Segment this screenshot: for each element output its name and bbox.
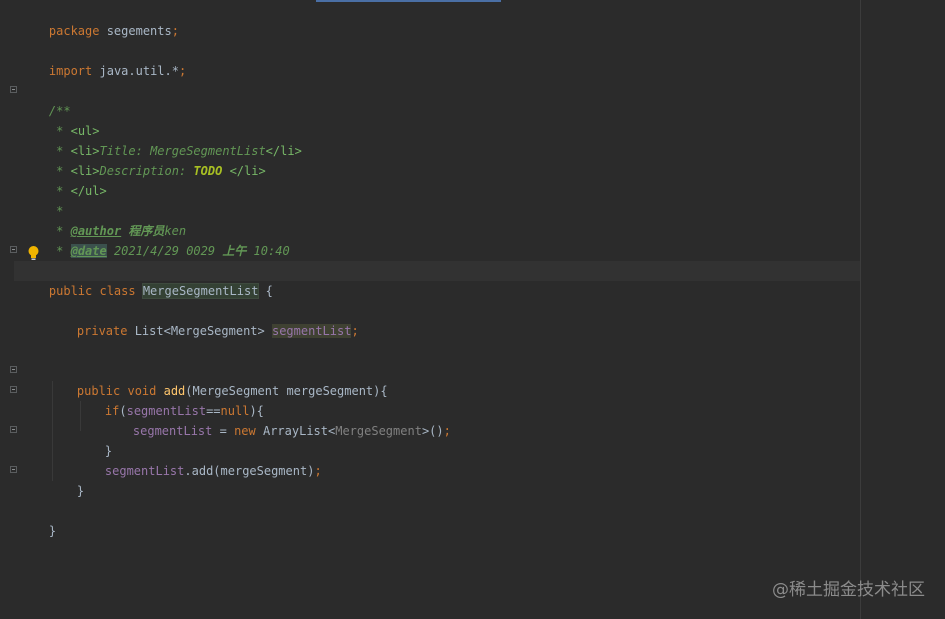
- punctuation: ;: [443, 424, 451, 438]
- doc-comment-line: * @date 2021/4/29 0029 上午 10:40: [20, 221, 290, 258]
- type: List<MergeSegment>: [134, 324, 272, 338]
- doc-html-tag: </li>: [229, 164, 266, 178]
- watermark: @稀土掘金技术社区: [772, 580, 925, 600]
- keyword: private: [76, 324, 135, 338]
- tab-indicator: [316, 0, 501, 2]
- fold-icon[interactable]: [10, 366, 17, 373]
- fold-icon[interactable]: [10, 246, 17, 253]
- punctuation: ;: [314, 464, 322, 478]
- doc-text: Description:: [99, 164, 194, 178]
- punctuation: }: [76, 484, 85, 498]
- class-name: MergeSegmentList: [141, 283, 260, 299]
- code-line: package segements;: [20, 1, 179, 38]
- punctuation: ;: [171, 24, 179, 38]
- code-line: if(segmentList==null){: [76, 381, 264, 418]
- doc-comment-line: * <li>Description: TODO </li>: [20, 141, 266, 178]
- doc-comment-line: * <li>Title: MergeSegmentList</li>: [20, 121, 302, 158]
- code-line: segmentList.add(mergeSegment);: [76, 441, 322, 478]
- punctuation: }: [48, 524, 57, 538]
- doc-comment-line: * @author 程序员ken: [20, 201, 186, 238]
- identifier: java.util.*: [92, 64, 179, 78]
- keyword: public class: [48, 284, 143, 298]
- doc-text: [222, 164, 229, 178]
- keyword: import: [48, 64, 93, 78]
- fold-icon[interactable]: [10, 386, 17, 393]
- right-margin-guide: [860, 0, 861, 619]
- punctuation: {: [258, 284, 273, 298]
- doc-text: 10:40: [246, 244, 290, 258]
- code-editor[interactable]: package segements; import java.util.*; /…: [0, 0, 945, 619]
- doc-comment-line: * <ul>: [20, 101, 99, 138]
- operator: =: [212, 424, 235, 438]
- doc-text: 2021/4/29 0029: [106, 244, 223, 258]
- code-line: public void add(MergeSegment mergeSegmen…: [48, 361, 388, 398]
- doc-text: 上午: [222, 244, 247, 258]
- doc-tag: @date: [70, 244, 107, 258]
- code-line: import java.util.*;: [20, 41, 186, 78]
- code-line: }: [48, 461, 84, 498]
- doc-html-tag: </li>: [265, 144, 302, 158]
- field-name: segmentList: [271, 324, 352, 338]
- fold-icon[interactable]: [10, 86, 17, 93]
- todo-marker: TODO: [193, 164, 223, 178]
- code-line: private List<MergeSegment> segmentList;: [48, 301, 359, 338]
- code-line: segmentList = new ArrayList<MergeSegment…: [104, 401, 451, 438]
- punctuation: >(): [421, 424, 444, 438]
- doc-comment-line: *: [20, 181, 63, 218]
- identifier: segements: [99, 24, 172, 38]
- doc-html-tag: </ul>: [70, 184, 107, 198]
- field-name: segmentList: [132, 424, 213, 438]
- field-name: segmentList: [104, 464, 185, 478]
- keyword: new: [234, 424, 263, 438]
- fold-icon[interactable]: [10, 426, 17, 433]
- type-param: MergeSegment: [335, 424, 422, 438]
- punctuation: ;: [351, 324, 359, 338]
- code-line: }: [20, 501, 56, 538]
- fold-icon[interactable]: [10, 466, 17, 473]
- doc-text: *: [48, 244, 71, 258]
- punctuation: ;: [178, 64, 187, 78]
- type: ArrayList<: [262, 424, 336, 438]
- code-line: }: [76, 421, 112, 458]
- code-line: public class MergeSegmentList {: [20, 261, 273, 299]
- method-call: .add(mergeSegment): [184, 464, 315, 478]
- doc-comment-line: * </ul>: [20, 161, 107, 198]
- doc-comment-line: /**: [20, 81, 71, 118]
- keyword: package: [48, 24, 100, 38]
